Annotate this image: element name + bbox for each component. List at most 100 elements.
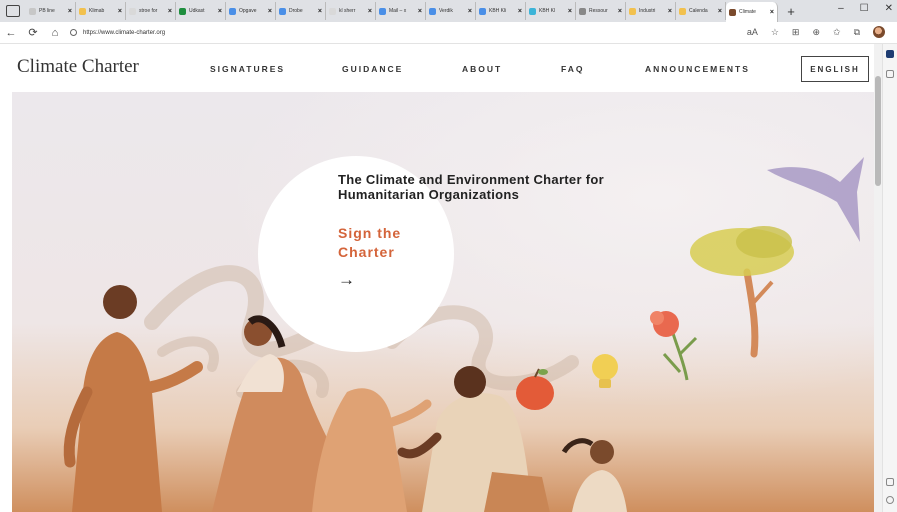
tab-list: PB line × Klimab × stroe for × Udkast × Opgave × D… [26, 0, 778, 22]
nav-announcements[interactable]: ANNOUNCEMENTS [645, 64, 750, 74]
site-header: Climate Charter SIGNATURES GUIDANCE ABOU… [0, 44, 874, 92]
tab-label: PB line [39, 8, 55, 14]
tab-close-icon[interactable]: × [68, 8, 72, 15]
browser-tab[interactable]: Verdik × [426, 2, 476, 20]
scrollbar-thumb[interactable] [875, 76, 881, 186]
site-logo[interactable]: Climate Charter [17, 56, 139, 78]
collections-icon[interactable]: ⧉ [854, 27, 860, 38]
tab-close-icon[interactable]: × [618, 8, 622, 15]
tab-close-icon[interactable]: × [770, 9, 774, 16]
profile-avatar[interactable] [873, 26, 885, 38]
page-viewport: Climate Charter SIGNATURES GUIDANCE ABOU… [0, 44, 874, 512]
browser-tab[interactable]: PB line × [26, 2, 76, 20]
extensions-icon[interactable]: ⊕ [812, 27, 820, 38]
browser-tab[interactable]: kl sherr × [326, 2, 376, 20]
tab-close-icon[interactable]: × [418, 8, 422, 15]
url-text: https://www.climate-charter.org [83, 29, 166, 36]
tab-label: stroe for [139, 8, 158, 14]
language-button[interactable]: ENGLISH [801, 56, 869, 82]
tab-label: Climate [739, 9, 756, 15]
browser-tab[interactable]: KBH Kl × [526, 2, 576, 20]
back-button[interactable]: ← [0, 27, 22, 39]
tab-favicon-icon [329, 7, 336, 15]
favorites-icon[interactable]: ✩ [833, 27, 841, 38]
tab-label: Klimab [89, 8, 105, 14]
tab-favicon-icon [679, 7, 686, 15]
browser-tab[interactable]: KBH Kli × [476, 2, 526, 20]
read-aloud-icon[interactable]: aA [747, 27, 758, 37]
sidebar-settings-icon[interactable] [886, 496, 894, 504]
maximize-button[interactable]: ☐ [860, 3, 869, 14]
hero-section: The Climate and Environment Charter for … [12, 92, 874, 512]
tab-favicon-icon [279, 7, 286, 15]
url-field[interactable]: https://www.climate-charter.org [70, 25, 790, 41]
tab-close-icon[interactable]: × [718, 8, 722, 15]
tab-close-icon[interactable]: × [518, 8, 522, 15]
tab-favicon-icon [229, 7, 236, 15]
tab-label: Ressour [589, 8, 608, 14]
nav-faq[interactable]: FAQ [561, 64, 584, 74]
tab-favicon-icon [579, 7, 586, 15]
browser-tab[interactable]: Calenda × [676, 2, 726, 20]
browser-tab[interactable]: Climate × [726, 2, 778, 22]
tab-close-icon[interactable]: × [668, 8, 672, 15]
tab-close-icon[interactable]: × [218, 8, 222, 15]
tab-label: Industri [639, 8, 656, 14]
tab-favicon-icon [729, 8, 736, 16]
tab-label: KBH Kli [489, 8, 507, 14]
page-scrollbar[interactable] [874, 44, 882, 512]
sidebar-add-icon[interactable] [886, 70, 894, 78]
arrow-right-icon[interactable]: → [338, 270, 355, 290]
tab-close-icon[interactable]: × [568, 8, 572, 15]
apps-icon[interactable]: ⊞ [792, 27, 800, 38]
browser-tab[interactable]: Ressour × [576, 2, 626, 20]
sidebar-app-icon[interactable] [886, 50, 894, 58]
tab-favicon-icon [129, 7, 136, 15]
minimize-button[interactable]: – [838, 3, 844, 14]
tab-label: KBH Kl [539, 8, 556, 14]
tab-close-icon[interactable]: × [168, 8, 172, 15]
tab-label: Calenda [689, 8, 708, 14]
browser-tab[interactable]: Mail – x × [376, 2, 426, 20]
browser-tab[interactable]: Industri × [626, 2, 676, 20]
nav-about[interactable]: ABOUT [462, 64, 502, 74]
favorite-icon[interactable]: ☆ [771, 27, 779, 38]
tab-close-icon[interactable]: × [468, 8, 472, 15]
tab-favicon-icon [629, 7, 636, 15]
tab-label: kl sherr [339, 8, 356, 14]
window-menu-icon[interactable] [6, 5, 20, 17]
browser-tab[interactable]: Klimab × [76, 2, 126, 20]
nav-guidance[interactable]: GUIDANCE [342, 64, 403, 74]
nav-signatures[interactable]: SIGNATURES [210, 64, 285, 74]
tab-favicon-icon [429, 7, 436, 15]
tab-favicon-icon [179, 7, 186, 15]
tab-favicon-icon [529, 7, 536, 15]
tab-close-icon[interactable]: × [318, 8, 322, 15]
sidebar-layout-icon[interactable] [886, 478, 894, 486]
browser-tab-strip: PB line × Klimab × stroe for × Udkast × Opgave × D… [0, 0, 897, 22]
tab-label: Verdik [439, 8, 453, 14]
hero-illustration [12, 92, 874, 512]
new-tab-button[interactable]: + [784, 4, 798, 19]
browser-tab[interactable]: Drobe × [276, 2, 326, 20]
browser-toolbar: aA ☆ ⊞ ⊕ ✩ ⧉ [747, 26, 885, 38]
sidebar-panel [882, 44, 897, 512]
hero-title: The Climate and Environment Charter for … [338, 172, 604, 202]
tab-label: Opgave [239, 8, 257, 14]
browser-tab[interactable]: Opgave × [226, 2, 276, 20]
tab-close-icon[interactable]: × [118, 8, 122, 15]
tab-label: Udkast [189, 8, 205, 14]
window-controls: – ☐ ✕ [838, 3, 893, 14]
close-window-button[interactable]: ✕ [885, 3, 893, 14]
address-bar: ← ⟳ ⌂ https://www.climate-charter.org aA… [0, 22, 897, 44]
sign-charter-link[interactable]: Sign the Charter [338, 224, 448, 262]
tab-favicon-icon [79, 7, 86, 15]
refresh-button[interactable]: ⟳ [22, 26, 44, 39]
browser-tab[interactable]: Udkast × [176, 2, 226, 20]
home-button[interactable]: ⌂ [44, 27, 66, 39]
tab-close-icon[interactable]: × [368, 8, 372, 15]
browser-tab[interactable]: stroe for × [126, 2, 176, 20]
tab-label: Mail – x [389, 8, 407, 14]
tab-favicon-icon [479, 7, 486, 15]
tab-close-icon[interactable]: × [268, 8, 272, 15]
